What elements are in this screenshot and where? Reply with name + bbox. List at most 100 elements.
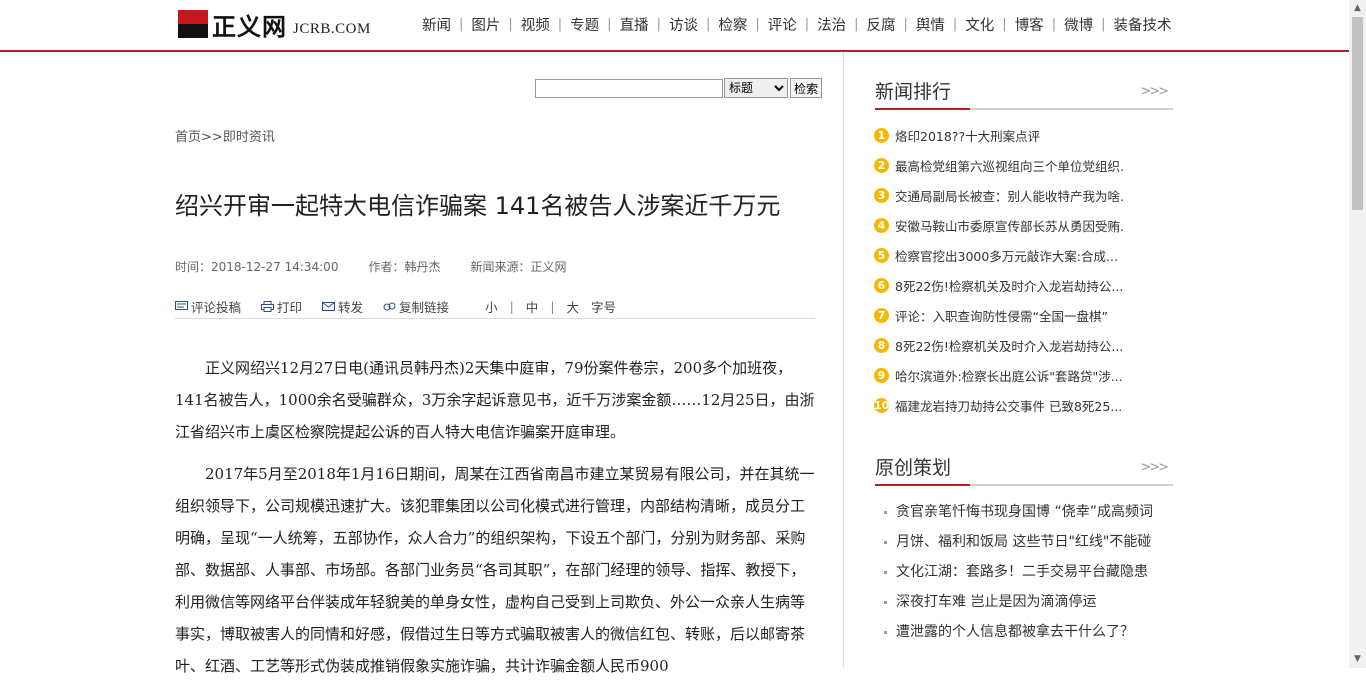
ranking-item[interactable]: 7 评论：入职查询防性侵需“全国一盘棋” [874, 300, 1134, 330]
ranking-item-text[interactable]: 交通局副局长被查：别人能收特产我为啥. [895, 186, 1124, 205]
print-button[interactable]: 打印 [261, 297, 302, 316]
scroll-thumb[interactable] [1352, 17, 1363, 210]
news-source: 新闻来源：正义网 [470, 260, 567, 274]
feature-item-text[interactable]: 贪官亲笔忏悔书现身国博 “侥幸”成高频词 [896, 504, 1153, 520]
ranking-item-text[interactable]: 最高检党组第六巡视组向三个单位党组织. [895, 156, 1124, 175]
comment-icon [175, 300, 188, 310]
nav-item[interactable]: 评论 [760, 14, 805, 35]
nav-item[interactable]: 文化 [957, 14, 1002, 35]
font-large-button[interactable]: 大 [567, 297, 580, 316]
logo-domain: JCRB.COM [293, 20, 371, 37]
rank-badge: 9 [874, 367, 889, 383]
page-scrollbar[interactable]: ▲ ▼ [1349, 0, 1366, 668]
site-logo[interactable]: 正义网 JCRB.COM [178, 8, 371, 41]
search-bar: 标题 检索 [535, 78, 823, 98]
column-divider [843, 52, 844, 668]
ranking-item[interactable]: 9 哈尔滨道外:检察长出庭公诉"套路贷"涉... [874, 360, 1134, 390]
main-nav: 新闻 | 图片 | 视频 | 专题 | 直播 | 访谈 | 检察 | 评论 | 法治 | 反腐 | … [414, 14, 1179, 35]
article-toolbar: 评论投稿 打印 转发 复制链接 小 | 中 | 大 字号 [175, 294, 815, 319]
nav-item[interactable]: 专题 [562, 14, 607, 35]
font-size-switcher: 小 | 中 | 大 字号 [485, 297, 617, 316]
ranking-item[interactable]: 1 烙印2018??十大刑案点评 [874, 120, 1134, 150]
rank-badge: 1 [874, 127, 889, 143]
breadcrumb-home[interactable]: 首页 [175, 130, 201, 145]
rank-badge: 6 [874, 277, 889, 293]
breadcrumb: 首页>>即时资讯 [175, 126, 275, 145]
font-small-button[interactable]: 小 [485, 297, 498, 316]
nav-item[interactable]: 舆情 [908, 14, 953, 35]
feature-item[interactable]: 贪官亲笔忏悔书现身国博 “侥幸”成高频词 [884, 497, 1164, 527]
feature-item[interactable]: 月饼、福利和饭局 这些节日"红线"不能碰 [884, 527, 1164, 557]
nav-item[interactable]: 视频 [513, 14, 558, 35]
search-field-select[interactable]: 标题 [724, 78, 788, 98]
ranking-item-text[interactable]: 哈尔滨道外:检察长出庭公诉"套路贷"涉... [895, 366, 1123, 385]
ranking-item-text[interactable]: 8死22伤!检察机关及时介入龙岩劫持公... [895, 336, 1123, 355]
nav-item[interactable]: 反腐 [859, 14, 904, 35]
link-icon [383, 302, 396, 310]
nav-item[interactable]: 新闻 [414, 14, 459, 35]
ranking-item-text[interactable]: 福建龙岩持刀劫持公交事件 已致8死25... [895, 396, 1122, 415]
ranking-item[interactable]: 10 福建龙岩持刀劫持公交事件 已致8死25... [874, 390, 1134, 420]
rank-badge: 8 [874, 337, 889, 353]
original-feature-list: 贪官亲笔忏悔书现身国博 “侥幸”成高频词 月饼、福利和饭局 这些节日"红线"不能… [884, 497, 1164, 647]
nav-item[interactable]: 检察 [710, 14, 755, 35]
nav-item[interactable]: 装备技术 [1105, 14, 1179, 35]
ranking-item[interactable]: 6 8死22伤!检察机关及时介入龙岩劫持公... [874, 270, 1134, 300]
ranking-item[interactable]: 5 检察官挖出3000多万元敲诈大案:合成... [874, 240, 1134, 270]
feature-item[interactable]: 文化江湖：套路多！二手交易平台藏隐患 [884, 557, 1164, 587]
forward-button[interactable]: 转发 [322, 297, 363, 316]
more-chevrons-icon[interactable]: >>> [1140, 84, 1169, 99]
site-header: 正义网 JCRB.COM 新闻 | 图片 | 视频 | 专题 | 直播 | 访谈 | 检察 |… [0, 0, 1349, 52]
more-chevrons-icon[interactable]: >>> [1140, 460, 1169, 475]
comment-button[interactable]: 评论投稿 [175, 297, 241, 316]
search-button[interactable]: 检索 [790, 78, 823, 98]
feature-item-text[interactable]: 月饼、福利和饭局 这些节日"红线"不能碰 [896, 534, 1151, 550]
ranking-item-text[interactable]: 8死22伤!检察机关及时介入龙岩劫持公... [895, 276, 1123, 295]
article-paragraph: 正义网绍兴12月27日电(通讯员韩丹杰)2天集中庭审，79份案件卷宗，200多个… [175, 359, 815, 441]
scroll-down-arrow-icon[interactable]: ▼ [1349, 651, 1366, 668]
rank-badge: 10 [874, 397, 890, 413]
original-feature-header: 原创策划 >>> [875, 454, 1173, 486]
ranking-item[interactable]: 3 交通局副局长被查：别人能收特产我为啥. [874, 180, 1134, 210]
nav-item[interactable]: 博客 [1007, 14, 1052, 35]
ranking-item-text[interactable]: 检察官挖出3000多万元敲诈大案:合成... [895, 246, 1118, 265]
ranking-item[interactable]: 8 8死22伤!检察机关及时介入龙岩劫持公... [874, 330, 1134, 360]
nav-item[interactable]: 访谈 [661, 14, 706, 35]
logo-mark-icon [178, 10, 208, 38]
search-input[interactable] [535, 78, 723, 98]
scroll-up-arrow-icon[interactable]: ▲ [1349, 0, 1366, 17]
printer-icon [261, 300, 275, 312]
ranking-item[interactable]: 4 安徽马鞍山市委原宣传部长苏从勇因受贿. [874, 210, 1134, 240]
rank-badge: 4 [874, 217, 889, 233]
nav-item[interactable]: 直播 [612, 14, 657, 35]
ranking-item-text[interactable]: 烙印2018??十大刑案点评 [895, 126, 1040, 145]
logo-text: 正义网 [212, 11, 287, 41]
breadcrumb-separator: >> [201, 130, 223, 145]
feature-item[interactable]: 深夜打车难 岂止是因为滴滴停运 [884, 587, 1164, 617]
rank-badge: 3 [874, 187, 889, 203]
feature-item-text[interactable]: 深夜打车难 岂止是因为滴滴停运 [896, 594, 1096, 610]
nav-item[interactable]: 图片 [463, 14, 508, 35]
news-ranking-header: 新闻排行 >>> [875, 78, 1173, 110]
rank-badge: 2 [874, 157, 889, 173]
print-label: 打印 [277, 299, 303, 315]
ranking-item[interactable]: 2 最高检党组第六巡视组向三个单位党组织. [874, 150, 1134, 180]
article-body: 正义网绍兴12月27日电(通讯员韩丹杰)2天集中庭审，79份案件卷宗，200多个… [175, 352, 817, 692]
feature-item-text[interactable]: 遭泄露的个人信息都被拿去干什么了？ [896, 624, 1134, 640]
font-medium-button[interactable]: 中 [526, 297, 539, 316]
ranking-item-text[interactable]: 安徽马鞍山市委原宣传部长苏从勇因受贿. [895, 216, 1124, 235]
breadcrumb-current[interactable]: 即时资讯 [223, 130, 275, 145]
copy-link-button[interactable]: 复制链接 [383, 297, 449, 316]
copy-link-label: 复制链接 [399, 299, 450, 315]
author: 作者：韩丹杰 [368, 260, 441, 274]
forward-label: 转发 [338, 299, 364, 315]
feature-item[interactable]: 遭泄露的个人信息都被拿去干什么了？ [884, 617, 1164, 647]
publish-time: 时间：2018-12-27 14:34:00 [175, 260, 339, 274]
ranking-item-text[interactable]: 评论：入职查询防性侵需“全国一盘棋” [895, 306, 1108, 325]
nav-item[interactable]: 微博 [1056, 14, 1101, 35]
rank-badge: 7 [874, 307, 889, 323]
feature-item-text[interactable]: 文化江湖：套路多！二手交易平台藏隐患 [896, 564, 1148, 580]
news-ranking-title: 新闻排行 [875, 81, 952, 103]
nav-item[interactable]: 法治 [809, 14, 854, 35]
article-paragraph: 2017年5月至2018年1月16日期间，周某在江西省南昌市建立某贸易有限公司，… [175, 465, 815, 675]
